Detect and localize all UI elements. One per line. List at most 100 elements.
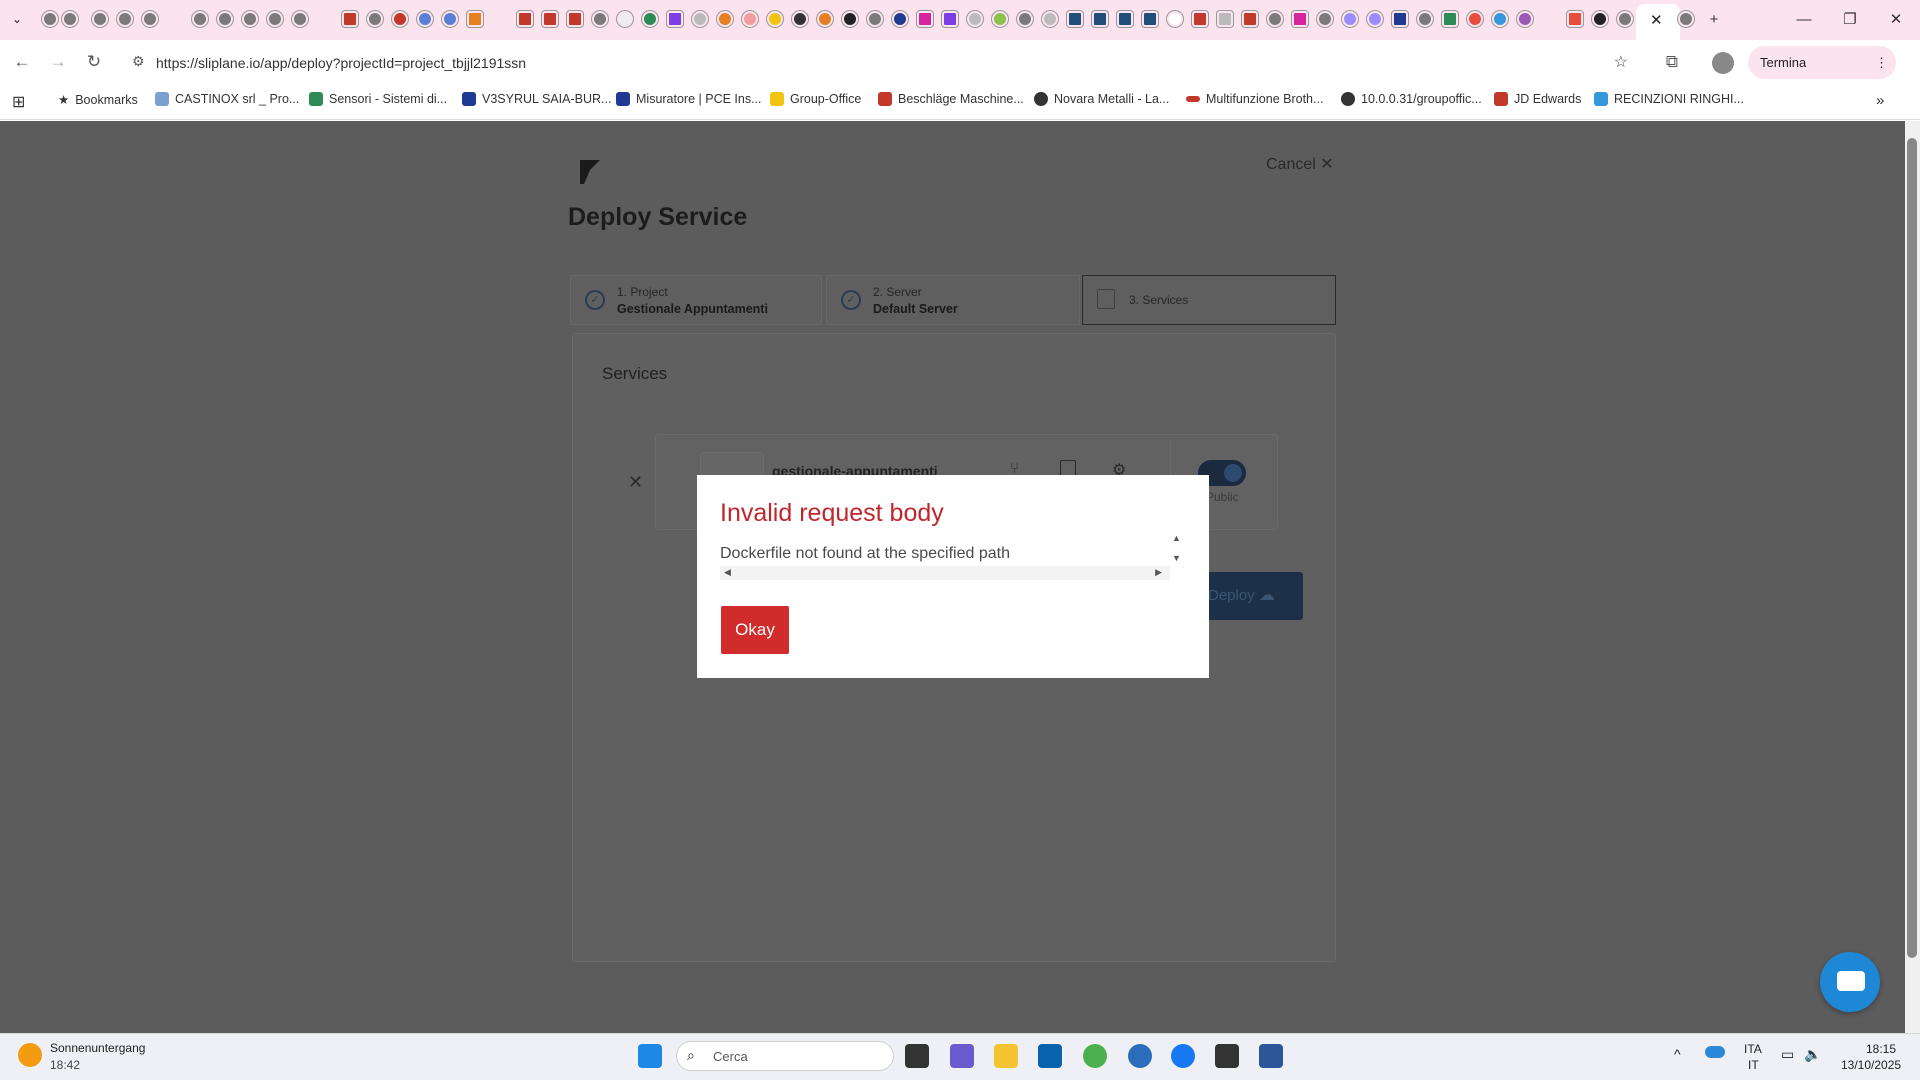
chrome-icon[interactable] (1083, 1044, 1107, 1068)
step-project[interactable]: ✓ 1. Project Gestionale Appuntamenti (570, 275, 822, 325)
bookmark-item[interactable]: RECINZIONI RINGHI... (1594, 92, 1744, 106)
scroll-right-icon[interactable]: ▶ (1155, 567, 1162, 578)
tab-favicon[interactable] (142, 11, 158, 27)
tab-favicon[interactable] (1317, 11, 1333, 27)
search-app-icon[interactable] (1128, 1044, 1152, 1068)
tab-favicon[interactable] (1367, 11, 1383, 27)
tab-favicon[interactable] (717, 11, 733, 27)
tab-favicon[interactable] (967, 11, 983, 27)
facebook-icon[interactable] (1171, 1044, 1195, 1068)
lang-code[interactable]: ITA (1744, 1042, 1762, 1056)
scroll-up-icon[interactable]: ▲ (1172, 533, 1181, 543)
tab-favicon[interactable] (817, 11, 833, 27)
pdf-tab-icon[interactable] (542, 11, 558, 27)
tab-favicon[interactable] (417, 11, 433, 27)
remove-service-icon[interactable]: ✕ (628, 472, 643, 493)
tray-chevron-icon[interactable]: ^ (1674, 1046, 1681, 1062)
bookmark-item[interactable]: Group-Office (770, 92, 861, 106)
clock-time[interactable]: 18:15 (1866, 1042, 1896, 1056)
scroll-left-icon[interactable]: ◀ (724, 567, 731, 578)
github-tab-icon[interactable] (842, 11, 858, 27)
scrollbar-thumb[interactable] (1907, 138, 1917, 958)
tab-favicon[interactable] (1092, 11, 1108, 27)
tab-favicon[interactable] (42, 11, 58, 27)
tab-favicon[interactable] (217, 11, 233, 27)
tab-favicon[interactable] (992, 11, 1008, 27)
tab-favicon[interactable] (1442, 11, 1458, 27)
tab-favicon[interactable] (617, 11, 633, 27)
extensions-icon[interactable]: ⧉ (1660, 50, 1684, 74)
outlook-icon[interactable] (1038, 1044, 1062, 1068)
tab-favicon[interactable] (1267, 11, 1283, 27)
step-server[interactable]: ✓ 2. Server Default Server (826, 275, 1080, 325)
tab-favicon[interactable] (62, 11, 78, 27)
new-tab-icon[interactable]: + (1700, 8, 1728, 32)
tab-favicon[interactable] (1517, 11, 1533, 27)
back-icon[interactable]: ← (10, 50, 34, 74)
file-explorer-icon[interactable] (994, 1044, 1018, 1068)
bookmark-item[interactable]: Sensori - Sistemi di... (309, 92, 447, 106)
task-view-icon[interactable] (905, 1044, 929, 1068)
weather-sunset-icon[interactable] (18, 1043, 42, 1067)
active-tab[interactable]: ✕ (1636, 4, 1680, 40)
amazon-tab-icon[interactable] (792, 11, 808, 27)
github-tab-icon[interactable] (1592, 11, 1608, 27)
windows-start-icon[interactable] (638, 1044, 662, 1068)
tab-favicon[interactable] (1042, 11, 1058, 27)
instagram-tab-icon[interactable] (917, 11, 933, 27)
tab-favicon[interactable] (642, 11, 658, 27)
restore-icon[interactable]: ❐ (1836, 8, 1864, 32)
bookmark-item[interactable]: Novara Metalli - La... (1034, 92, 1169, 106)
pdf-tab-icon[interactable] (1242, 11, 1258, 27)
bookmark-item[interactable]: Multifunzione Broth... (1186, 92, 1323, 106)
network-icon[interactable]: ▭ (1781, 1046, 1794, 1063)
forward-icon[interactable]: → (46, 50, 70, 74)
close-tab-icon[interactable]: ✕ (1650, 11, 1663, 29)
store-icon[interactable] (1215, 1044, 1239, 1068)
tab-favicon[interactable] (267, 11, 283, 27)
tab-favicon[interactable] (367, 11, 383, 27)
bookmark-item[interactable]: ★ Bookmarks (58, 92, 138, 108)
bookmark-item[interactable]: V3SYRUL SAIA-BUR... (462, 92, 611, 106)
volume-icon[interactable]: 🔈 (1804, 1046, 1821, 1063)
tab-favicon[interactable] (692, 11, 708, 27)
bookmark-item[interactable]: CASTINOX srl _ Pro... (155, 92, 299, 106)
scroll-down-icon[interactable]: ▼ (1172, 553, 1181, 563)
tab-search-icon[interactable]: ⌄ (12, 11, 28, 27)
onedrive-icon[interactable] (1705, 1046, 1725, 1058)
tab-favicon[interactable] (1142, 11, 1158, 27)
tab-favicon[interactable] (192, 11, 208, 27)
tab-favicon[interactable] (592, 11, 608, 27)
lang-layout[interactable]: IT (1748, 1058, 1759, 1072)
tab-favicon[interactable] (1017, 11, 1033, 27)
tab-favicon[interactable] (117, 11, 133, 27)
pdf-tab-icon[interactable] (517, 11, 533, 27)
tab-favicon[interactable] (767, 11, 783, 27)
tab-favicon[interactable] (1117, 11, 1133, 27)
youtube-tab-icon[interactable] (1567, 11, 1583, 27)
bookmark-item[interactable]: 10.0.0.31/groupoffic... (1341, 92, 1482, 106)
word-icon[interactable] (1259, 1044, 1283, 1068)
step-services[interactable]: 3. Services (1082, 275, 1336, 325)
tab-favicon[interactable] (892, 11, 908, 27)
tab-favicon[interactable] (1067, 11, 1083, 27)
tab-favicon[interactable] (292, 11, 308, 27)
clock-date[interactable]: 13/10/2025 (1841, 1058, 1901, 1072)
m365-icon[interactable] (950, 1044, 974, 1068)
update-button[interactable]: Termina aggiornamento ⋮ (1748, 46, 1896, 103)
save-icon[interactable] (1060, 460, 1076, 476)
bookmark-star-icon[interactable]: ☆ (1614, 52, 1628, 72)
bookmark-item[interactable]: Beschläge Maschine... (878, 92, 1024, 106)
tab-favicon[interactable] (442, 11, 458, 27)
apps-grid-icon[interactable]: ⊞ (12, 92, 25, 112)
minimize-icon[interactable]: — (1790, 8, 1818, 32)
profile-avatar[interactable] (1712, 52, 1734, 74)
close-window-icon[interactable]: ✕ (1882, 8, 1910, 32)
tab-favicon[interactable] (392, 11, 408, 27)
tab-favicon[interactable] (1217, 11, 1233, 27)
okay-button[interactable]: Okay (721, 606, 789, 654)
bookmark-item[interactable]: JD Edwards (1494, 92, 1581, 106)
tab-favicon[interactable] (92, 11, 108, 27)
tab-favicon[interactable] (1417, 11, 1433, 27)
tab-favicon[interactable] (242, 11, 258, 27)
